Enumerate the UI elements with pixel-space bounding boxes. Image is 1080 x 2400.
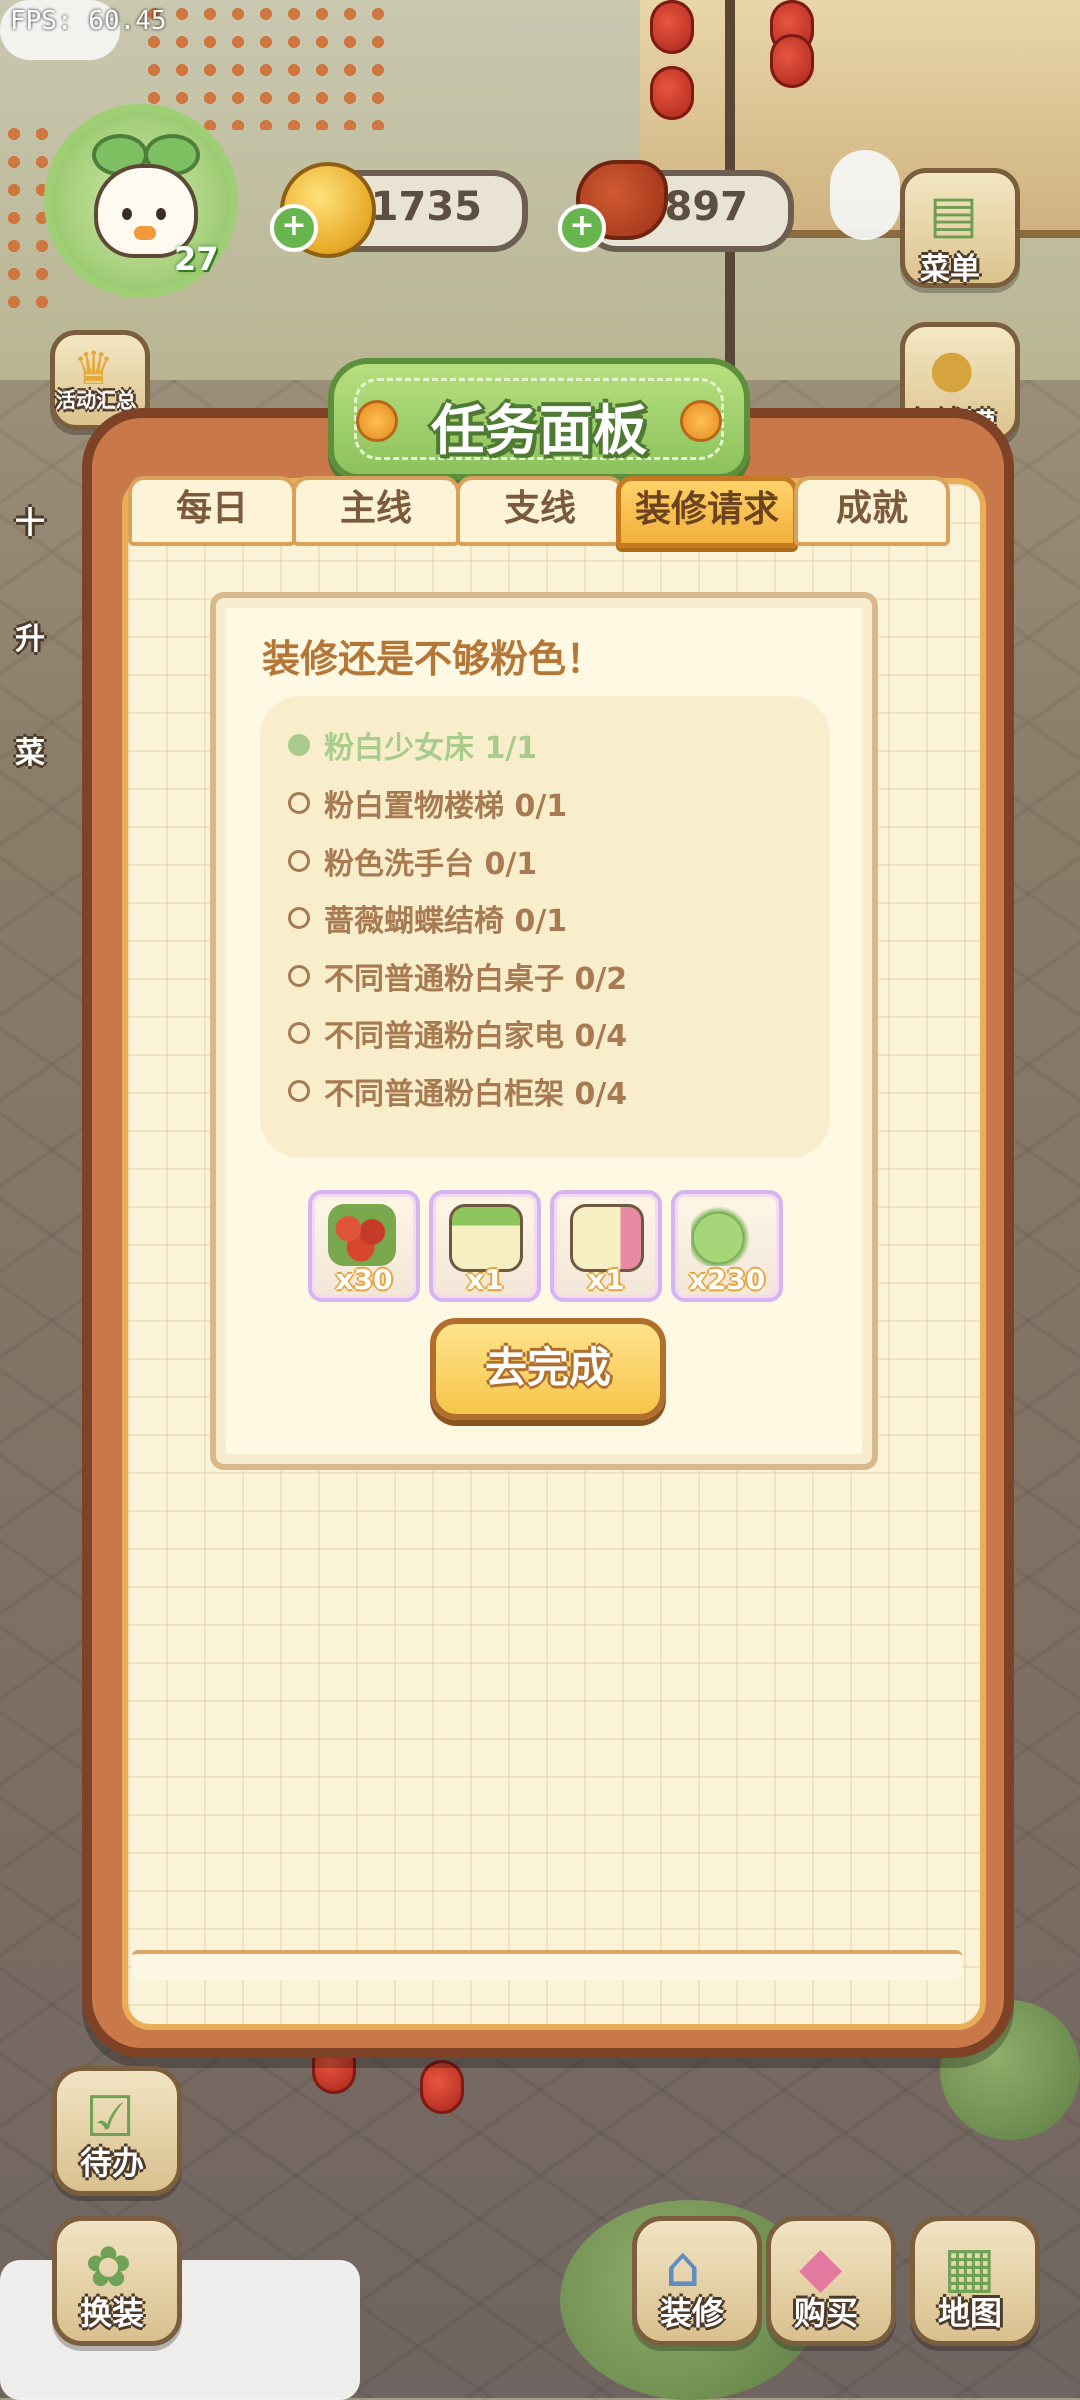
- sprout-card-icon: [449, 1204, 523, 1272]
- tab-side[interactable]: 支线: [456, 476, 624, 546]
- outfit-label: 换装: [79, 2294, 144, 2332]
- reward-item[interactable]: x230: [671, 1190, 783, 1302]
- requirement-label: 不同普通粉白家电 0/4: [324, 1019, 628, 1054]
- reward-qty: x1: [587, 1263, 625, 1296]
- tab-main[interactable]: 主线: [292, 476, 460, 546]
- requirement-label: 粉色洗手台 0/1: [324, 847, 538, 882]
- panel-bottom-scroll: [132, 1950, 962, 1980]
- crown-card-icon: [570, 1204, 644, 1272]
- panel-title-banner: 任务面板: [328, 358, 750, 480]
- berries-icon: [328, 1204, 396, 1266]
- circle-icon: [288, 792, 310, 814]
- fps-counter: FPS: 60.45: [10, 6, 167, 36]
- left-button-label: 菜: [15, 736, 45, 771]
- tab-achievements[interactable]: 成就: [794, 476, 950, 546]
- requirement-item: 不同普通粉白柜架 0/4: [288, 1066, 627, 1116]
- panel-title: 任务面板: [431, 399, 647, 462]
- tab-daily[interactable]: 每日: [128, 476, 296, 546]
- task-card: 装修还是不够粉色！ 粉白少女床 1/1 粉白置物楼梯 0/1 粉色洗手台 0/1…: [210, 592, 878, 1470]
- reward-item[interactable]: x30: [308, 1190, 420, 1302]
- meat-counter[interactable]: + 897: [558, 160, 794, 252]
- requirement-list: 粉白少女床 1/1 粉白置物楼梯 0/1 粉色洗手台 0/1 蔷薇蝴蝶结椅 0/…: [260, 696, 830, 1158]
- circle-icon: [288, 850, 310, 872]
- requirement-item: 粉色洗手台 0/1: [288, 836, 537, 886]
- reward-qty: x1: [466, 1263, 504, 1296]
- decorate-label: 装修: [659, 2294, 724, 2332]
- autumn-vine: [0, 120, 60, 320]
- lantern-icon: [650, 66, 694, 120]
- meat-amount: 897: [664, 184, 749, 230]
- requirement-item: 不同普通粉白家电 0/4: [288, 1008, 627, 1058]
- lantern-icon: [770, 34, 814, 88]
- menu-label: 菜单: [920, 252, 980, 287]
- autumn-vine: [140, 0, 400, 130]
- add-coins-button[interactable]: +: [270, 204, 318, 252]
- coin-counter[interactable]: + 1735: [270, 162, 528, 258]
- reward-qty: x30: [335, 1263, 393, 1296]
- requirement-label: 蔷薇蝴蝶结椅 0/1: [324, 904, 568, 939]
- player-level: 27: [174, 240, 219, 278]
- requirement-item: 蔷薇蝴蝶结椅 0/1: [288, 893, 567, 943]
- requirement-item: 粉白少女床 1/1: [288, 720, 537, 770]
- reward-item[interactable]: x1: [429, 1190, 541, 1302]
- requirement-label: 粉白少女床 1/1: [324, 731, 538, 766]
- requirement-item: 粉白置物楼梯 0/1: [288, 778, 567, 828]
- check-dot-icon: [288, 734, 310, 756]
- circle-icon: [288, 1022, 310, 1044]
- map-label: 地图: [937, 2294, 1002, 2332]
- left-button-label: 十: [15, 506, 45, 541]
- left-button-label: 升: [15, 622, 45, 657]
- piggy-bank-icon: ●: [929, 339, 975, 399]
- coin-amount: 1735: [370, 184, 482, 230]
- circle-icon: [288, 907, 310, 929]
- snowman: [830, 150, 900, 240]
- requirement-label: 粉白置物楼梯 0/1: [324, 789, 568, 824]
- lantern-icon: [650, 0, 694, 54]
- leaf-exp-icon: [691, 1204, 759, 1266]
- gift-list-icon: ▤: [929, 185, 979, 245]
- add-meat-button[interactable]: +: [558, 204, 606, 252]
- lantern-icon: [420, 2060, 464, 2114]
- todo-label: 待办: [79, 2144, 144, 2182]
- requirement-label: 不同普通粉白桌子 0/2: [324, 962, 628, 997]
- shop-label: 购买: [793, 2294, 858, 2332]
- reward-item[interactable]: x1: [550, 1190, 662, 1302]
- tab-decoration-request[interactable]: 装修请求: [616, 476, 798, 548]
- requirement-label: 不同普通粉白柜架 0/4: [324, 1077, 628, 1112]
- circle-icon: [288, 1080, 310, 1102]
- go-complete-button[interactable]: 去完成: [430, 1318, 666, 1420]
- requirement-item: 不同普通粉白桌子 0/2: [288, 951, 627, 1001]
- circle-icon: [288, 965, 310, 987]
- task-title: 装修还是不够粉色！: [262, 637, 605, 681]
- reward-qty: x230: [688, 1263, 766, 1296]
